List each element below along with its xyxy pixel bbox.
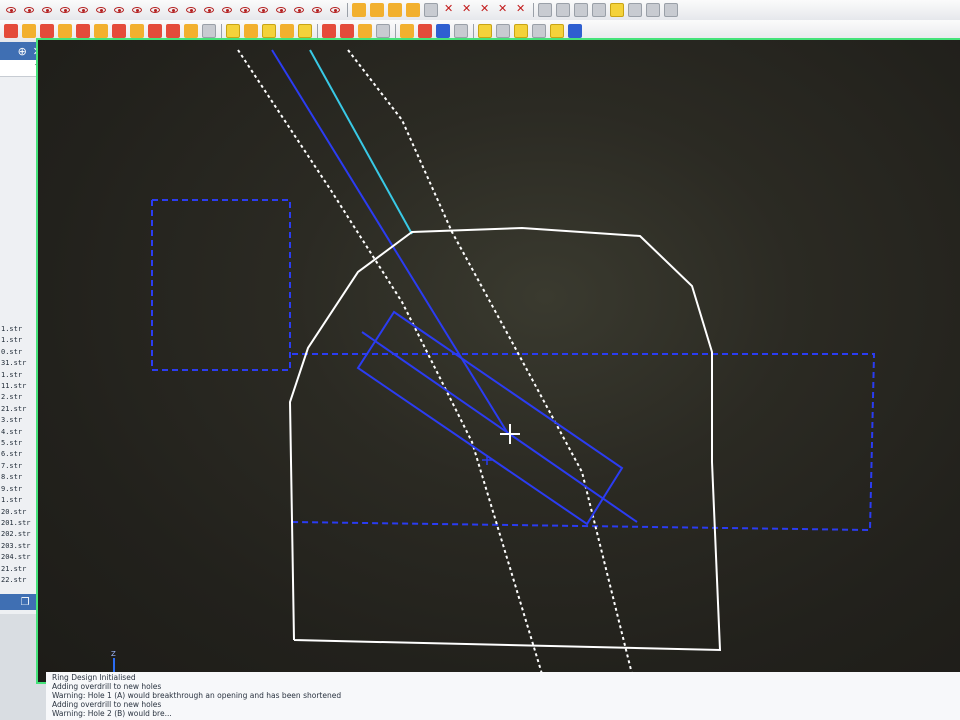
eye-icon[interactable] <box>274 3 288 17</box>
drill-line <box>361 331 638 523</box>
eye-icon[interactable] <box>76 3 90 17</box>
hole-tool-icon[interactable] <box>244 24 258 38</box>
eye-icon[interactable] <box>310 3 324 17</box>
axis-z-label: Z <box>111 650 116 658</box>
design-tool-icon[interactable] <box>94 24 108 38</box>
design-tool-icon[interactable] <box>58 24 72 38</box>
shape-icon[interactable] <box>646 3 660 17</box>
design-tool-icon[interactable] <box>148 24 162 38</box>
hole-rectangle <box>356 310 624 526</box>
log-line: Warning: Hole 1 (A) would breakthrough a… <box>52 691 342 700</box>
toolbar-separator <box>533 3 534 17</box>
hole-tool-icon[interactable] <box>298 24 312 38</box>
toolbar-separator <box>347 3 348 17</box>
design-tool-icon[interactable] <box>166 24 180 38</box>
charge-tool-icon[interactable] <box>532 24 546 38</box>
ring-tool-icon[interactable] <box>436 24 450 38</box>
magnet-icon[interactable] <box>568 24 582 38</box>
charge-tool-icon[interactable] <box>514 24 528 38</box>
message-log: Ring Design Initialised Adding overdrill… <box>46 672 960 720</box>
opening-outline <box>151 199 291 371</box>
design-tool-icon[interactable] <box>112 24 126 38</box>
edit-icon[interactable] <box>388 3 402 17</box>
hole-tool-icon[interactable] <box>280 24 294 38</box>
eye-icon[interactable] <box>94 3 108 17</box>
eye-icon[interactable] <box>130 3 144 17</box>
design-tool-icon[interactable] <box>22 24 36 38</box>
eye-icon[interactable] <box>22 3 36 17</box>
log-line: Warning: Hole 2 (B) would bre... <box>52 709 172 718</box>
log-line: Adding overdrill to new holes <box>52 682 162 691</box>
design-viewport[interactable]: Z X <box>36 38 960 684</box>
log-line: Ring Design Initialised <box>52 673 136 682</box>
shape-icon[interactable] <box>574 3 588 17</box>
drill-tool-icon[interactable] <box>340 24 354 38</box>
eye-icon[interactable] <box>4 3 18 17</box>
eye-icon[interactable] <box>148 3 162 17</box>
ring-design-canvas[interactable] <box>38 40 960 684</box>
charge-tool-icon[interactable] <box>478 24 492 38</box>
design-tool-icon[interactable] <box>184 24 198 38</box>
toolbar-top <box>0 0 960 21</box>
eye-icon[interactable] <box>202 3 216 17</box>
eye-icon[interactable] <box>184 3 198 17</box>
tool-icon[interactable] <box>424 3 438 17</box>
shape-icon[interactable] <box>610 3 624 17</box>
eye-icon[interactable] <box>58 3 72 17</box>
log-line: Adding overdrill to new holes <box>52 700 162 709</box>
edit-icon[interactable] <box>352 3 366 17</box>
eye-icon[interactable] <box>238 3 252 17</box>
delete-icon[interactable] <box>496 2 510 17</box>
charge-tool-icon[interactable] <box>550 24 564 38</box>
eye-icon[interactable] <box>292 3 306 17</box>
cyan-line <box>309 49 413 235</box>
eye-icon[interactable] <box>166 3 180 17</box>
restore-icon[interactable]: ❐ <box>21 597 30 608</box>
charge-tool-icon[interactable] <box>496 24 510 38</box>
hole-tool-icon[interactable] <box>226 24 240 38</box>
boundary-line <box>237 49 543 675</box>
design-tool-icon[interactable] <box>76 24 90 38</box>
design-tool-icon[interactable] <box>4 24 18 38</box>
drive-profile <box>288 226 722 652</box>
pin-icon[interactable]: ⊕ <box>18 45 27 58</box>
drill-tool-icon[interactable] <box>322 24 336 38</box>
boundary-line <box>347 49 633 675</box>
delete-icon[interactable] <box>478 2 492 17</box>
eye-icon[interactable] <box>256 3 270 17</box>
toolbar-separator <box>395 24 396 38</box>
edit-icon[interactable] <box>406 3 420 17</box>
toolbar-separator <box>221 24 222 38</box>
shape-icon[interactable] <box>664 3 678 17</box>
delete-icon[interactable] <box>442 2 456 17</box>
edit-icon[interactable] <box>370 3 384 17</box>
shape-icon[interactable] <box>556 3 570 17</box>
delete-icon[interactable] <box>460 2 474 17</box>
shape-icon[interactable] <box>628 3 642 17</box>
design-tool-icon[interactable] <box>130 24 144 38</box>
toolbar-separator <box>473 24 474 38</box>
drill-tool-icon[interactable] <box>358 24 372 38</box>
drill-tool-icon[interactable] <box>376 24 390 38</box>
hole-tool-icon[interactable] <box>262 24 276 38</box>
shape-icon[interactable] <box>538 3 552 17</box>
eye-icon[interactable] <box>112 3 126 17</box>
eye-icon[interactable] <box>40 3 54 17</box>
plus-marker <box>482 455 492 465</box>
ring-tool-icon[interactable] <box>454 24 468 38</box>
ring-tool-icon[interactable] <box>418 24 432 38</box>
pointer-icon[interactable] <box>202 24 216 38</box>
eye-icon[interactable] <box>220 3 234 17</box>
delete-icon[interactable] <box>514 2 528 17</box>
ring-tool-icon[interactable] <box>400 24 414 38</box>
design-tool-icon[interactable] <box>40 24 54 38</box>
eye-icon[interactable] <box>328 3 342 17</box>
shape-icon[interactable] <box>592 3 606 17</box>
toolbar-separator <box>317 24 318 38</box>
drill-line <box>271 49 508 433</box>
